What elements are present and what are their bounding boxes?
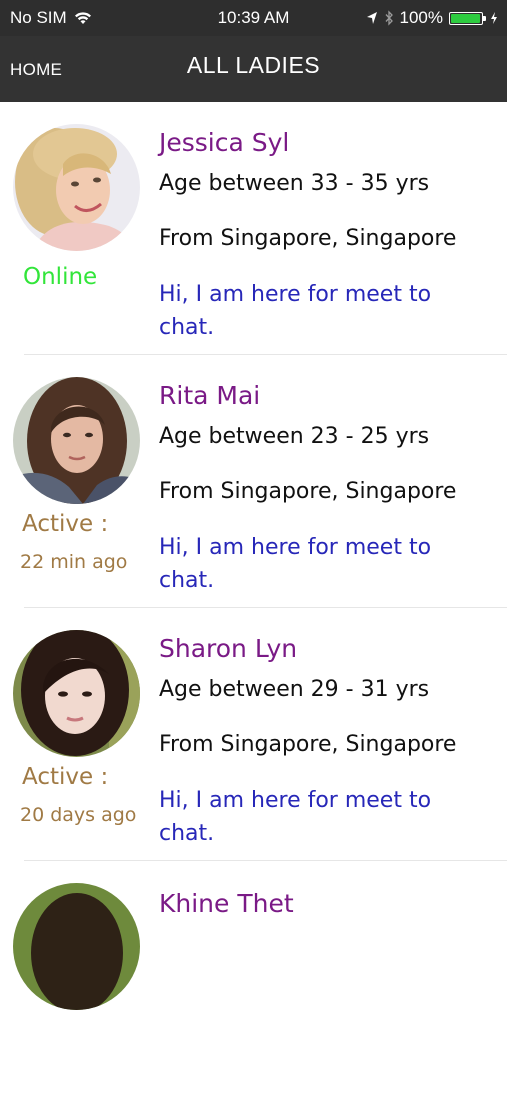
- status-bar: No SIM 10:39 AM 100%: [0, 0, 507, 36]
- avatar[interactable]: [13, 124, 140, 251]
- avatar[interactable]: [13, 377, 140, 504]
- battery-fill: [451, 13, 480, 23]
- last-active-time: 22 min ago: [20, 551, 128, 573]
- profile-row[interactable]: Khine Thet: [0, 861, 507, 1114]
- battery-icon: [449, 11, 486, 25]
- bluetooth-icon: [385, 10, 393, 26]
- page-title: ALL LADIES: [186, 52, 321, 78]
- profile-age: Age between 33 - 35 yrs: [159, 171, 430, 196]
- profile-name[interactable]: Rita Mai: [159, 381, 260, 410]
- profile-row[interactable]: Online Jessica Syl Age between 33 - 35 y…: [0, 102, 507, 355]
- profile-message: Hi, I am here for meet to chat.: [159, 535, 432, 593]
- profile-location: From Singapore, Singapore: [159, 479, 457, 504]
- avatar-photo: [13, 377, 140, 504]
- profile-location: From Singapore, Singapore: [159, 226, 457, 251]
- profile-age: Age between 23 - 25 yrs: [159, 424, 430, 449]
- profile-name[interactable]: Khine Thet: [159, 889, 294, 918]
- battery-percent: 100%: [399, 8, 443, 27]
- active-status: Active :: [22, 511, 109, 537]
- active-status: Active :: [22, 764, 109, 790]
- profile-name[interactable]: Sharon Lyn: [159, 634, 297, 663]
- avatar[interactable]: [13, 630, 140, 757]
- profile-list: Online Jessica Syl Age between 33 - 35 y…: [0, 102, 507, 1114]
- last-active-time: 20 days ago: [20, 804, 137, 826]
- avatar-photo: [13, 124, 140, 251]
- avatar-photo: [13, 883, 140, 1010]
- profile-row[interactable]: Active : 22 min ago Rita Mai Age between…: [0, 355, 507, 608]
- status-right: 100%: [366, 8, 499, 28]
- online-status: Online: [23, 264, 98, 290]
- profile-message: Hi, I am here for meet to chat.: [159, 282, 432, 340]
- profile-location: From Singapore, Singapore: [159, 732, 457, 757]
- avatar[interactable]: [13, 883, 140, 1010]
- avatar-photo: [13, 630, 140, 757]
- location-arrow-icon: [366, 12, 377, 24]
- profile-name[interactable]: Jessica Syl: [159, 128, 289, 157]
- profile-message: Hi, I am here for meet to chat.: [159, 788, 432, 846]
- charging-bolt-icon: [491, 12, 497, 24]
- nav-bar: HOME ALL LADIES: [0, 36, 507, 102]
- profile-age: Age between 29 - 31 yrs: [159, 677, 430, 702]
- profile-row[interactable]: Active : 20 days ago Sharon Lyn Age betw…: [0, 608, 507, 861]
